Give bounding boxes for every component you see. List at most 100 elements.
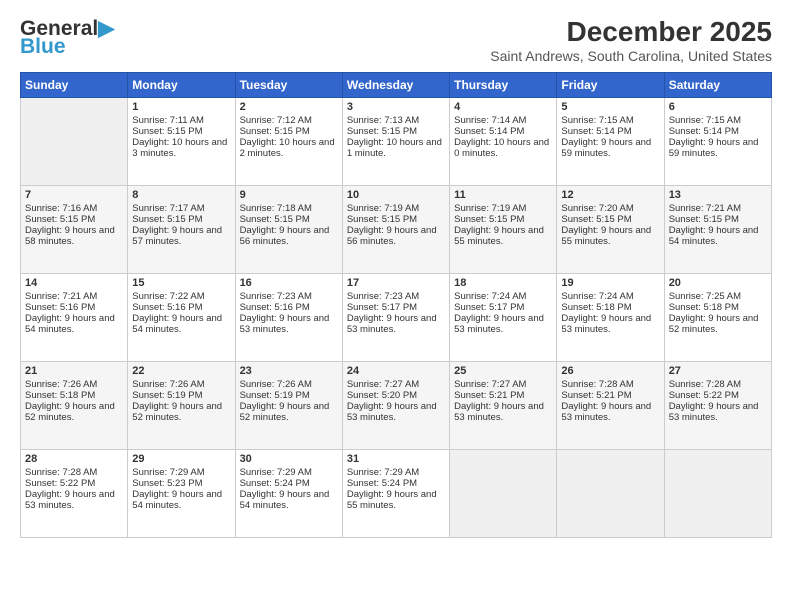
daylight-text: Daylight: 9 hours and 52 minutes. [132,401,230,423]
day-number: 22 [132,365,230,377]
header-tuesday: Tuesday [235,73,342,98]
day-number: 21 [25,365,123,377]
calendar-cell: 12Sunrise: 7:20 AMSunset: 5:15 PMDayligh… [557,186,664,274]
sunset-text: Sunset: 5:21 PM [454,390,552,401]
sunrise-text: Sunrise: 7:15 AM [561,115,659,126]
calendar-cell: 29Sunrise: 7:29 AMSunset: 5:23 PMDayligh… [128,450,235,538]
sunrise-text: Sunrise: 7:25 AM [669,291,767,302]
calendar-cell [557,450,664,538]
sunset-text: Sunset: 5:15 PM [669,214,767,225]
calendar-cell: 17 Sunrise: 7:23 AMSunset: 5:17 PMDayligh… [342,274,449,362]
day-number: 24 [347,365,445,377]
sunset-text: Sunset: 5:15 PM [240,126,338,137]
daylight-text: Daylight: 10 hours and 1 minute. [347,137,445,159]
day-number: 27 [669,365,767,377]
daylight-text: Daylight: 9 hours and 55 minutes. [561,225,659,247]
calendar-cell: 2Sunrise: 7:12 AMSunset: 5:15 PMDaylight… [235,98,342,186]
sunset-text: Sunset: 5:15 PM [240,214,338,225]
daylight-text: Daylight: 10 hours and 0 minutes. [454,137,552,159]
daylight-text: Daylight: 9 hours and 59 minutes. [669,137,767,159]
calendar-cell [664,450,771,538]
sunset-text: Sunset: 5:14 PM [561,126,659,137]
sunrise-text: Sunrise: 7:27 AM [347,379,445,390]
day-number: 19 [561,277,659,289]
sunset-text: Sunset: 5:17 PM [454,302,552,313]
header: General► Blue General General▶ Blue Dece… [20,16,772,64]
daylight-text: Daylight: 9 hours and 53 minutes. [454,313,552,335]
sunrise-text: Sunrise: 7:12 AM [240,115,338,126]
calendar-cell: 9Sunrise: 7:18 AMSunset: 5:15 PMDaylight… [235,186,342,274]
sunset-text: Sunset: 5:16 PM [240,302,338,313]
sunrise-text: Sunrise: 7:14 AM [454,115,552,126]
calendar-cell: 25Sunrise: 7:27 AMSunset: 5:21 PMDayligh… [450,362,557,450]
day-number: 17 [347,277,445,289]
header-saturday: Saturday [664,73,771,98]
sunset-text: Sunset: 5:24 PM [347,478,445,489]
calendar-cell: 10Sunrise: 7:19 AMSunset: 5:15 PMDayligh… [342,186,449,274]
daylight-text: Daylight: 10 hours and 3 minutes. [132,137,230,159]
day-number: 9 [240,189,338,201]
sunrise-text: Sunrise: 7:21 AM [669,203,767,214]
calendar-cell: 13Sunrise: 7:21 AMSunset: 5:15 PMDayligh… [664,186,771,274]
sunset-text: Sunset: 5:15 PM [561,214,659,225]
calendar-cell: 23Sunrise: 7:26 AMSunset: 5:19 PMDayligh… [235,362,342,450]
calendar-cell [21,98,128,186]
sunrise-text: Sunrise: 7:22 AM [132,291,230,302]
sunset-text: Sunset: 5:14 PM [669,126,767,137]
calendar-cell: 11Sunrise: 7:19 AMSunset: 5:15 PMDayligh… [450,186,557,274]
calendar-cell: 26Sunrise: 7:28 AMSunset: 5:21 PMDayligh… [557,362,664,450]
sunrise-text: Sunrise: 7:28 AM [669,379,767,390]
calendar-cell: 20Sunrise: 7:25 AMSunset: 5:18 PMDayligh… [664,274,771,362]
daylight-text: Daylight: 9 hours and 53 minutes. [25,489,123,511]
header-friday: Friday [557,73,664,98]
day-number: 7 [25,189,123,201]
sunrise-text: Sunrise: 7:19 AM [347,203,445,214]
month-title: December 2025 [490,16,772,48]
sunset-text: Sunset: 5:15 PM [454,214,552,225]
sunrise-text: Sunrise: 7:13 AM [347,115,445,126]
day-number: 23 [240,365,338,377]
daylight-text: Daylight: 9 hours and 53 minutes. [240,313,338,335]
calendar-cell: 4Sunrise: 7:14 AMSunset: 5:14 PMDaylight… [450,98,557,186]
sunrise-text: Sunrise: 7:21 AM [25,291,123,302]
calendar-header-row: Sunday Monday Tuesday Wednesday Thursday… [21,73,772,98]
sunset-text: Sunset: 5:17 PM [347,302,445,313]
day-number: 4 [454,101,552,113]
sunrise-text: Sunrise: 7:15 AM [669,115,767,126]
title-area: December 2025 Saint Andrews, South Carol… [490,16,772,64]
sunrise-text: Sunrise: 7:24 AM [561,291,659,302]
calendar-cell: 28Sunrise: 7:28 AMSunset: 5:22 PMDayligh… [21,450,128,538]
sunrise-text: Sunrise: 7:11 AM [132,115,230,126]
sunrise-text: Sunrise: 7:28 AM [25,467,123,478]
daylight-text: Daylight: 9 hours and 53 minutes. [347,313,445,335]
sunset-text: Sunset: 5:21 PM [561,390,659,401]
header-thursday: Thursday [450,73,557,98]
sunrise-text: Sunrise: 7:20 AM [561,203,659,214]
sunrise-text: Sunrise: 7:16 AM [25,203,123,214]
sunset-text: Sunset: 5:22 PM [25,478,123,489]
main-container: General► Blue General General▶ Blue Dece… [0,0,792,612]
sunset-text: Sunset: 5:16 PM [25,302,123,313]
sunrise-text: Sunrise: 7:19 AM [454,203,552,214]
calendar-cell: 8Sunrise: 7:17 AMSunset: 5:15 PMDaylight… [128,186,235,274]
daylight-text: Daylight: 9 hours and 53 minutes. [669,401,767,423]
sunrise-text: Sunrise: 7:29 AM [347,467,445,478]
sunrise-text: Sunrise: 7:26 AM [132,379,230,390]
logo-line2: Blue [20,35,66,59]
calendar-cell: 18Sunrise: 7:24 AMSunset: 5:17 PMDayligh… [450,274,557,362]
header-wednesday: Wednesday [342,73,449,98]
sunset-text: Sunset: 5:24 PM [240,478,338,489]
daylight-text: Daylight: 9 hours and 54 minutes. [240,489,338,511]
sunset-text: Sunset: 5:18 PM [669,302,767,313]
sunset-text: Sunset: 5:23 PM [132,478,230,489]
sunrise-text: Sunrise: 7:29 AM [240,467,338,478]
sunrise-text: Sunrise: 7:27 AM [454,379,552,390]
day-number: 8 [132,189,230,201]
sunset-text: Sunset: 5:15 PM [132,214,230,225]
daylight-text: Daylight: 9 hours and 55 minutes. [347,489,445,511]
calendar-cell: 30Sunrise: 7:29 AMSunset: 5:24 PMDayligh… [235,450,342,538]
calendar-cell: 21Sunrise: 7:26 AMSunset: 5:18 PMDayligh… [21,362,128,450]
sunrise-text: Sunrise: 7:23 AM [347,291,445,302]
sunrise-text: Sunrise: 7:23 AM [240,291,338,302]
day-number: 29 [132,453,230,465]
